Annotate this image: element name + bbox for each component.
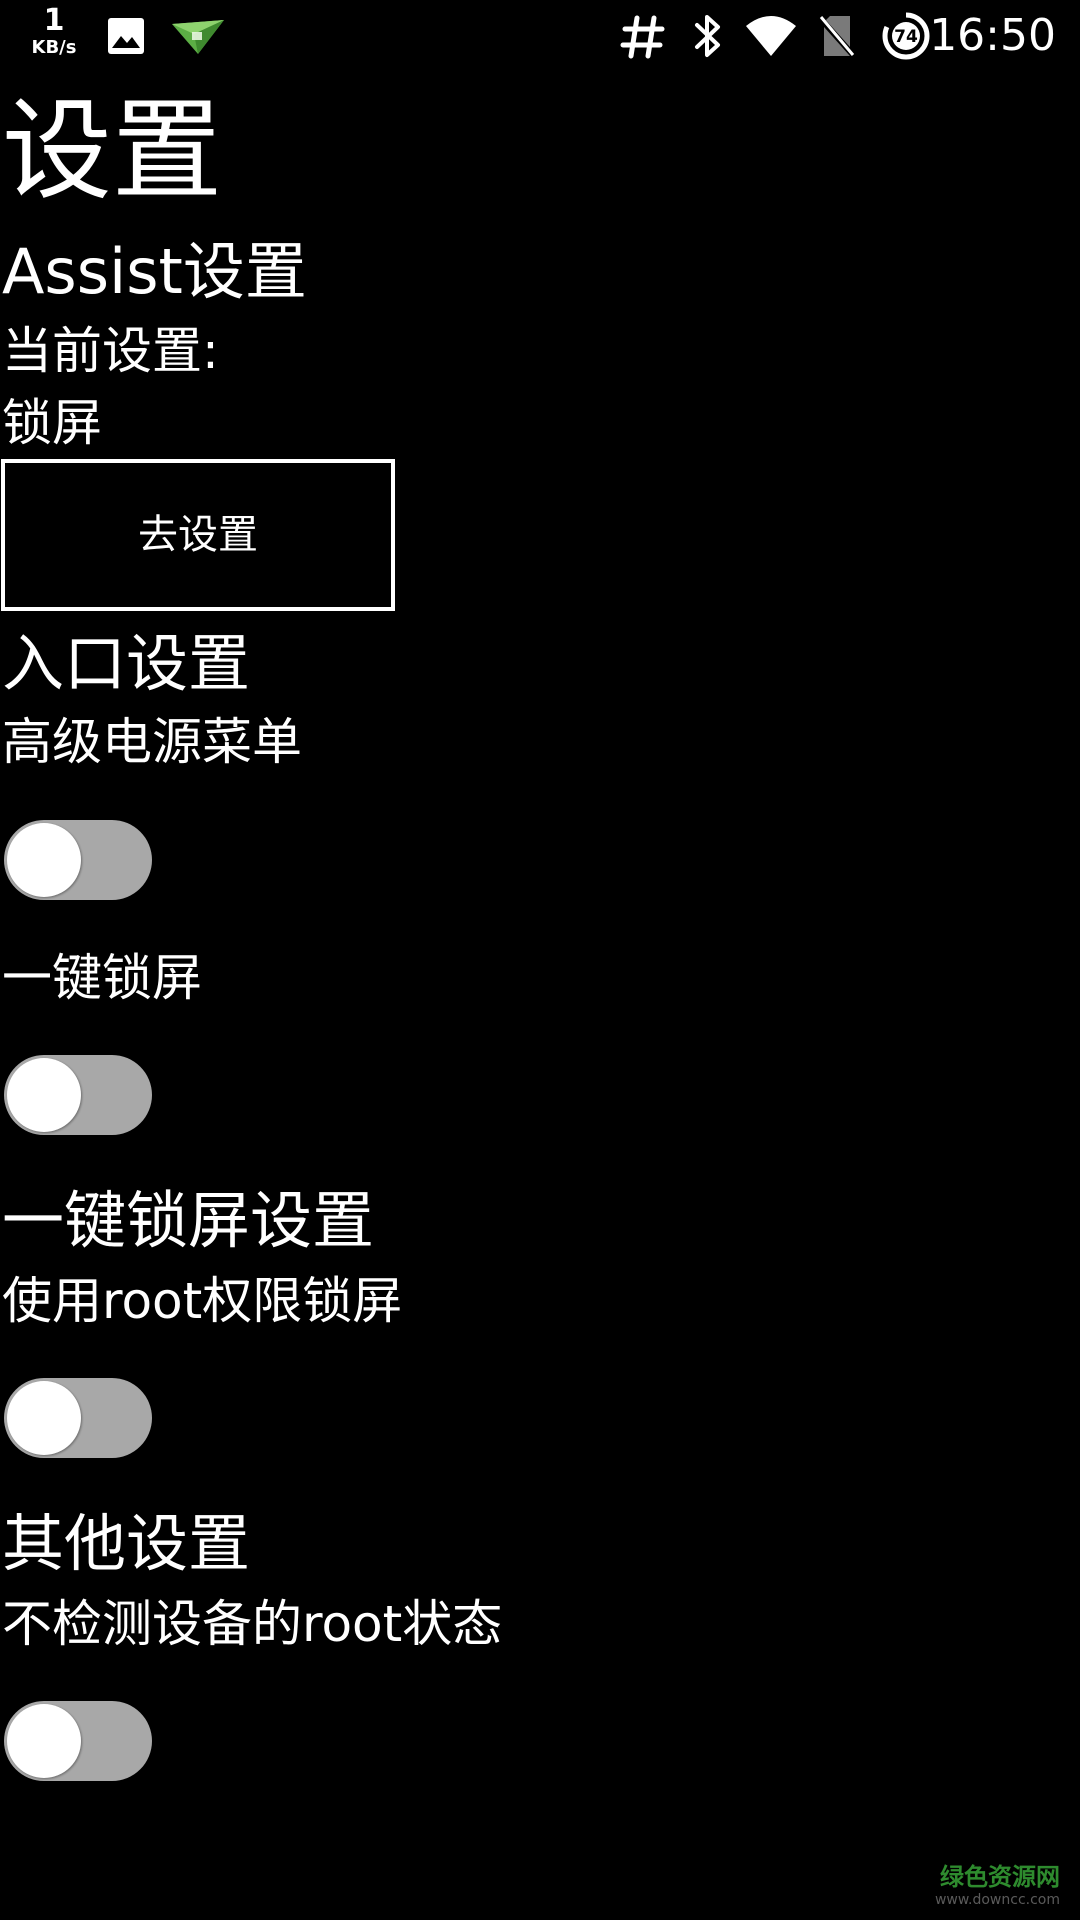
toggle-knob — [7, 823, 81, 897]
go-settings-button[interactable]: 去设置 — [1, 459, 395, 611]
status-bar: 1 KB/s 74 16:50 — [0, 0, 1080, 72]
root-lock-label: 使用root权限锁屏 — [2, 1272, 403, 1330]
watermark-url: www.downcc.com — [934, 1892, 1060, 1908]
section-title-other: 其他设置 — [2, 1507, 251, 1580]
power-menu-toggle[interactable] — [4, 820, 152, 900]
battery-level: 74 — [894, 27, 918, 47]
network-speed-value: 1 — [43, 3, 65, 38]
root-lock-toggle[interactable] — [4, 1378, 152, 1458]
power-menu-label: 高级电源菜单 — [2, 713, 302, 771]
paper-plane-icon — [172, 20, 224, 54]
toggle-knob — [7, 1381, 81, 1455]
toggle-knob — [7, 1704, 81, 1778]
watermark-text: 绿色资源网 — [940, 1863, 1060, 1891]
one-key-lock-toggle[interactable] — [4, 1055, 152, 1135]
page-title: 设置 — [2, 87, 222, 215]
current-setting-label: 当前设置: — [2, 322, 219, 380]
toggle-knob — [7, 1058, 81, 1132]
no-sim-icon — [818, 15, 856, 59]
bluetooth-icon — [695, 15, 720, 57]
skip-root-check-label: 不检测设备的root状态 — [2, 1595, 503, 1653]
section-title-lock: 一键锁屏设置 — [2, 1184, 375, 1257]
skip-root-check-toggle[interactable] — [4, 1701, 152, 1781]
battery-saver-icon: 74 — [882, 11, 930, 60]
clock: 16:50 — [929, 10, 1056, 61]
image-icon — [108, 18, 144, 54]
network-speed-unit: KB/s — [31, 37, 77, 58]
wifi-icon — [746, 16, 796, 56]
watermark: 绿色资源网 www.downcc.com — [935, 1862, 1060, 1908]
section-title-entry: 入口设置 — [2, 627, 251, 700]
current-setting-value: 锁屏 — [2, 394, 102, 452]
hash-icon — [620, 15, 665, 59]
network-speed: 1 KB/s — [22, 6, 86, 57]
section-title-assist: Assist设置 — [2, 235, 307, 308]
one-key-lock-label: 一键锁屏 — [2, 949, 202, 1007]
